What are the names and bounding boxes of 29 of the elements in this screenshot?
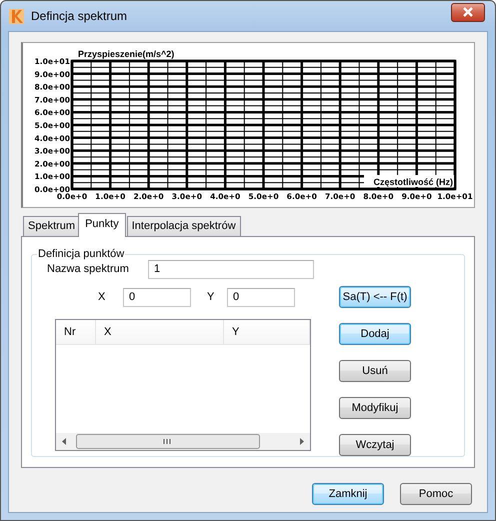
action-button[interactable]: Wczytaj: [339, 434, 411, 456]
y-field[interactable]: 0: [227, 288, 295, 306]
action-button[interactable]: Dodaj: [339, 323, 411, 345]
close-icon: [462, 7, 474, 17]
y-axis-title: Przyspieszenie(m/s^2): [78, 49, 174, 59]
group-title: Definicja punktów: [37, 248, 126, 260]
points-table[interactable]: Nr X Y: [55, 319, 311, 451]
x-field[interactable]: 0: [123, 288, 191, 306]
tab[interactable]: Spektrum: [23, 216, 80, 236]
scroll-thumb[interactable]: [76, 434, 260, 449]
tab[interactable]: Interpolacja spektrów: [126, 216, 241, 236]
column-header[interactable]: X: [96, 320, 224, 344]
action-button[interactable]: Modyfikuj: [339, 397, 411, 419]
action-button[interactable]: Usuń: [339, 360, 411, 382]
field-label: Nazwa spektrum: [47, 263, 130, 275]
field-label: Y: [207, 291, 216, 303]
horizontal-scrollbar[interactable]: [56, 433, 310, 450]
x-axis-title: Częstotliwość (Hz): [373, 177, 453, 187]
dialog-button[interactable]: Zamknij: [312, 483, 384, 505]
column-header[interactable]: Y: [224, 320, 310, 344]
tab[interactable]: Punkty: [78, 213, 126, 237]
window-title: Defincja spektrum: [31, 9, 128, 23]
app-logo-icon: [8, 8, 25, 24]
action-button[interactable]: Sa(T) <-- F(t): [339, 286, 411, 308]
close-button[interactable]: [451, 2, 485, 22]
column-header[interactable]: Nr: [56, 320, 96, 344]
field-label: X: [98, 291, 106, 303]
spectrum-name-field[interactable]: 1: [148, 260, 314, 278]
dialog-button[interactable]: Pomoc: [400, 483, 472, 505]
